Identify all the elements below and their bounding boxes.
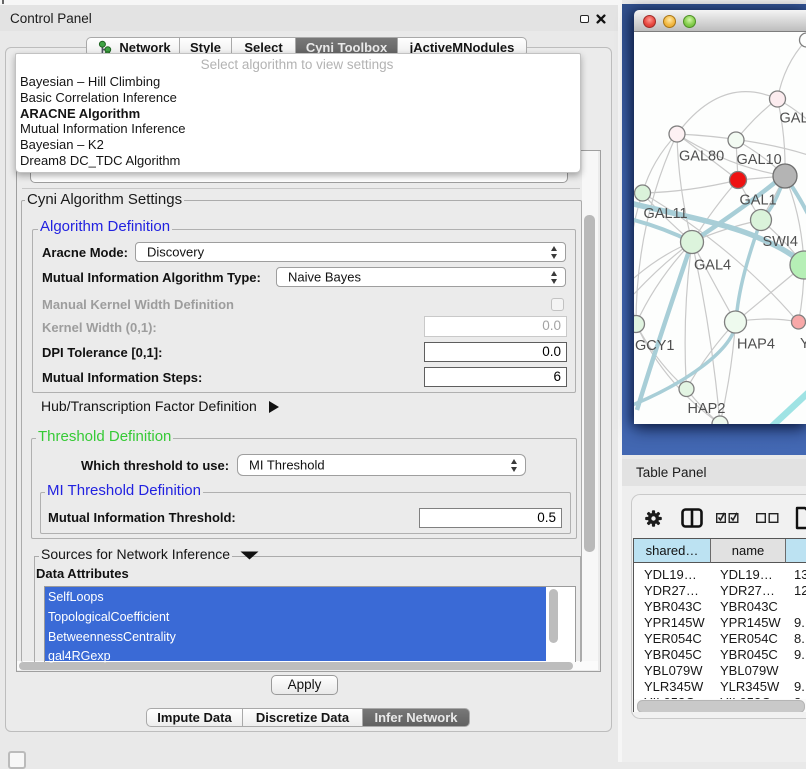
svg-text:GAL10: GAL10 [737,152,782,168]
svg-text:GAL1: GAL1 [740,193,777,209]
svg-text:HAP4: HAP4 [737,337,775,353]
svg-text:GAL7: GAL7 [780,111,806,127]
svg-text:SWI4: SWI4 [763,234,798,250]
svg-text:GAL80: GAL80 [679,149,724,165]
svg-text:GAL4: GAL4 [694,258,731,274]
svg-text:HAP2: HAP2 [688,401,726,417]
svg-text:GAL11: GAL11 [644,206,688,222]
svg-text:Y: Y [800,336,806,352]
svg-text:GCY1: GCY1 [635,338,675,354]
